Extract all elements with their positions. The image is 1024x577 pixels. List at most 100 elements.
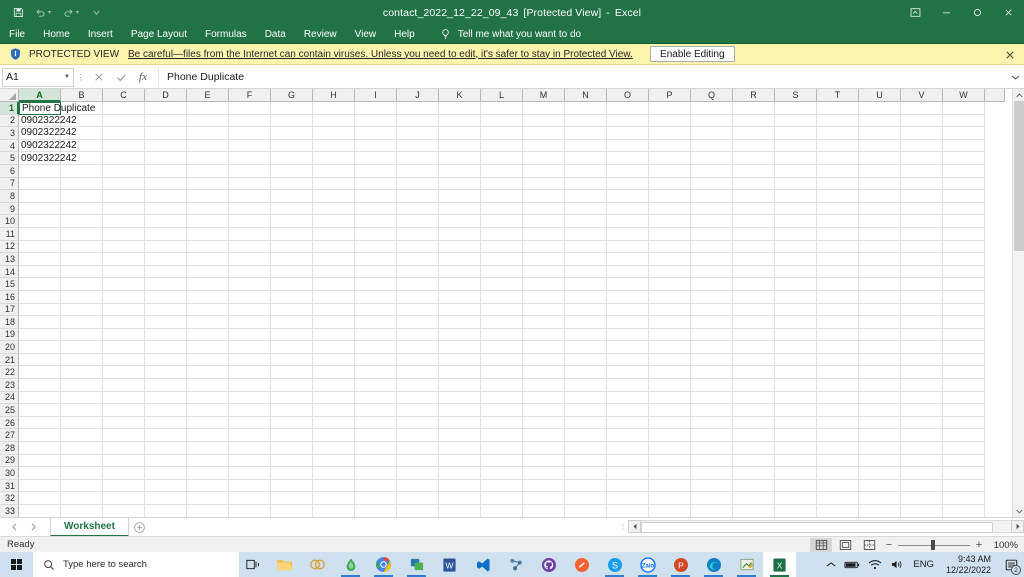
cell-v7[interactable] (901, 178, 943, 191)
cell-k12[interactable] (439, 241, 481, 254)
cell-t30[interactable] (817, 467, 859, 480)
expand-formula-bar-icon[interactable] (1008, 68, 1022, 87)
column-header-q[interactable]: Q (691, 89, 733, 102)
row-header-9[interactable]: 9 (0, 203, 19, 216)
cell-b24[interactable] (61, 392, 103, 405)
cell-u30[interactable] (859, 467, 901, 480)
cell-r23[interactable] (733, 379, 775, 392)
cell-o32[interactable] (607, 492, 649, 505)
cell-h14[interactable] (313, 266, 355, 279)
cell-i20[interactable] (355, 341, 397, 354)
cell-u6[interactable] (859, 165, 901, 178)
cell-v10[interactable] (901, 215, 943, 228)
cell-j30[interactable] (397, 467, 439, 480)
cell-e26[interactable] (187, 417, 229, 430)
cell-o2[interactable] (607, 115, 649, 128)
language-indicator[interactable]: ENG (908, 559, 939, 570)
cell-s1[interactable] (775, 102, 817, 115)
cell-c17[interactable] (103, 304, 145, 317)
cell-i6[interactable] (355, 165, 397, 178)
microsoft-edge-icon[interactable] (697, 552, 730, 577)
cell-c2[interactable] (103, 115, 145, 128)
cell-s19[interactable] (775, 329, 817, 342)
cell-d33[interactable] (145, 505, 187, 517)
ribbon-tab-help[interactable]: Help (385, 25, 424, 44)
cell-l13[interactable] (481, 253, 523, 266)
cell-p10[interactable] (649, 215, 691, 228)
cell-k17[interactable] (439, 304, 481, 317)
cell-f7[interactable] (229, 178, 271, 191)
cell-j3[interactable] (397, 127, 439, 140)
cell-a31[interactable] (19, 480, 61, 493)
cell-o14[interactable] (607, 266, 649, 279)
cell-g8[interactable] (271, 190, 313, 203)
cell-m31[interactable] (523, 480, 565, 493)
cell-q23[interactable] (691, 379, 733, 392)
cell-w32[interactable] (943, 492, 985, 505)
cell-p13[interactable] (649, 253, 691, 266)
cell-g13[interactable] (271, 253, 313, 266)
cell-m16[interactable] (523, 291, 565, 304)
cell-l33[interactable] (481, 505, 523, 517)
cell-m5[interactable] (523, 152, 565, 165)
column-header-o[interactable]: O (607, 89, 649, 102)
row-header-26[interactable]: 26 (0, 417, 19, 430)
cell-v27[interactable] (901, 429, 943, 442)
name-box[interactable]: A1 ▼ (2, 68, 74, 87)
cell-p26[interactable] (649, 417, 691, 430)
cell-a10[interactable] (19, 215, 61, 228)
cell-a17[interactable] (19, 304, 61, 317)
cell-m15[interactable] (523, 278, 565, 291)
cell-v25[interactable] (901, 404, 943, 417)
cell-l3[interactable] (481, 127, 523, 140)
cell-t10[interactable] (817, 215, 859, 228)
cell-r1[interactable] (733, 102, 775, 115)
sheet-prev-icon[interactable] (6, 519, 23, 536)
cell-e30[interactable] (187, 467, 229, 480)
cell-n23[interactable] (565, 379, 607, 392)
cell-v24[interactable] (901, 392, 943, 405)
cell-c26[interactable] (103, 417, 145, 430)
cell-p28[interactable] (649, 442, 691, 455)
cell-n28[interactable] (565, 442, 607, 455)
cell-f16[interactable] (229, 291, 271, 304)
cell-a29[interactable] (19, 455, 61, 468)
cell-p24[interactable] (649, 392, 691, 405)
cell-v13[interactable] (901, 253, 943, 266)
cell-k19[interactable] (439, 329, 481, 342)
cell-u18[interactable] (859, 316, 901, 329)
cell-t9[interactable] (817, 203, 859, 216)
cell-h10[interactable] (313, 215, 355, 228)
cell-j22[interactable] (397, 366, 439, 379)
cell-h32[interactable] (313, 492, 355, 505)
cell-w28[interactable] (943, 442, 985, 455)
cell-p17[interactable] (649, 304, 691, 317)
cell-a33[interactable] (19, 505, 61, 517)
cell-f30[interactable] (229, 467, 271, 480)
cell-q26[interactable] (691, 417, 733, 430)
cell-e25[interactable] (187, 404, 229, 417)
row-header-28[interactable]: 28 (0, 442, 19, 455)
cell-j26[interactable] (397, 417, 439, 430)
row-header-20[interactable]: 20 (0, 341, 19, 354)
cell-s25[interactable] (775, 404, 817, 417)
cell-m27[interactable] (523, 429, 565, 442)
cell-m25[interactable] (523, 404, 565, 417)
cell-a32[interactable] (19, 492, 61, 505)
cell-f31[interactable] (229, 480, 271, 493)
network-tool-icon[interactable] (499, 552, 532, 577)
cell-h24[interactable] (313, 392, 355, 405)
cell-v19[interactable] (901, 329, 943, 342)
cell-u14[interactable] (859, 266, 901, 279)
cell-q31[interactable] (691, 480, 733, 493)
cell-r20[interactable] (733, 341, 775, 354)
cell-i18[interactable] (355, 316, 397, 329)
formula-bar-grip[interactable]: ⋮ (74, 68, 86, 87)
row-header-7[interactable]: 7 (0, 178, 19, 191)
row-header-10[interactable]: 10 (0, 215, 19, 228)
cell-c33[interactable] (103, 505, 145, 517)
cell-g27[interactable] (271, 429, 313, 442)
cell-e21[interactable] (187, 354, 229, 367)
cell-c32[interactable] (103, 492, 145, 505)
column-header-d[interactable]: D (145, 89, 187, 102)
